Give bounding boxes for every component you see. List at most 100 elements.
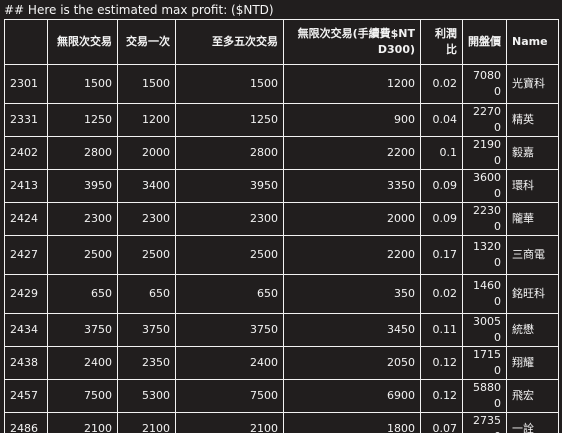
cell-unlimited: 2800 xyxy=(47,136,118,170)
table-row: 2301 1500 1500 1500 1200 0.02 70800 光寶科 xyxy=(4,64,559,104)
cell-code: 2434 xyxy=(4,313,48,347)
cell-code: 2427 xyxy=(4,235,48,275)
cell-code: 2429 xyxy=(4,274,48,314)
table-row: 2427 2500 2500 2500 2200 0.17 13200 三商電 xyxy=(4,235,559,275)
cell-open: 21900 xyxy=(462,136,507,170)
cell-code: 2457 xyxy=(4,379,48,413)
column-header-fee: 無限次交易(手續費$NTD300) xyxy=(283,19,421,65)
table-header-row: 無限次交易 交易一次 至多五次交易 無限次交易(手續費$NTD300) 利潤比 … xyxy=(4,19,559,65)
cell-name: 一詮 xyxy=(506,412,559,433)
cell-open: 27350 xyxy=(462,412,507,433)
table-row: 2438 2400 2350 2400 2050 0.12 17150 翔耀 xyxy=(4,346,559,380)
cell-name: 翔耀 xyxy=(506,346,559,380)
cell-five: 2100 xyxy=(175,412,284,433)
cell-open: 22700 xyxy=(462,103,507,137)
cell-ratio: 0.02 xyxy=(420,274,463,314)
cell-name: 精英 xyxy=(506,103,559,137)
cell-once: 3750 xyxy=(117,313,176,347)
cell-name: 環科 xyxy=(506,169,559,203)
cell-name: 銘旺科 xyxy=(506,274,559,314)
cell-ratio: 0.07 xyxy=(420,412,463,433)
cell-once: 2000 xyxy=(117,136,176,170)
cell-once: 2350 xyxy=(117,346,176,380)
cell-code: 2331 xyxy=(4,103,48,137)
cell-open: 14600 xyxy=(462,274,507,314)
cell-unlimited: 2300 xyxy=(47,202,118,236)
cell-open: 22300 xyxy=(462,202,507,236)
column-header-name: Name xyxy=(506,19,559,65)
cell-name: 統懋 xyxy=(506,313,559,347)
cell-ratio: 0.11 xyxy=(420,313,463,347)
column-header-ratio: 利潤比 xyxy=(420,19,463,65)
cell-once: 1200 xyxy=(117,103,176,137)
cell-unlimited: 2400 xyxy=(47,346,118,380)
table-row: 2486 2100 2100 2100 1800 0.07 27350 一詮 xyxy=(4,412,559,433)
cell-open: 36000 xyxy=(462,169,507,203)
cell-code: 2402 xyxy=(4,136,48,170)
page-heading: ## Here is the estimated max profit: ($N… xyxy=(4,3,274,17)
cell-ratio: 0.17 xyxy=(420,235,463,275)
table-row: 2429 650 650 650 350 0.02 14600 銘旺科 xyxy=(4,274,559,314)
cell-unlimited: 3750 xyxy=(47,313,118,347)
cell-unlimited: 1500 xyxy=(47,64,118,104)
cell-five: 2500 xyxy=(175,235,284,275)
cell-ratio: 0.09 xyxy=(420,202,463,236)
cell-code: 2438 xyxy=(4,346,48,380)
cell-code: 2424 xyxy=(4,202,48,236)
table-row: 2402 2800 2000 2800 2200 0.1 21900 毅嘉 xyxy=(4,136,559,170)
cell-name: 毅嘉 xyxy=(506,136,559,170)
table-row: 2457 7500 5300 7500 6900 0.12 58800 飛宏 xyxy=(4,379,559,413)
column-header-open: 開盤價 xyxy=(462,19,507,65)
cell-code: 2301 xyxy=(4,64,48,104)
cell-five: 3950 xyxy=(175,169,284,203)
cell-unlimited: 3950 xyxy=(47,169,118,203)
cell-fee: 6900 xyxy=(283,379,421,413)
cell-five: 3750 xyxy=(175,313,284,347)
cell-fee: 2200 xyxy=(283,235,421,275)
cell-unlimited: 7500 xyxy=(47,379,118,413)
cell-open: 13200 xyxy=(462,235,507,275)
cell-once: 1500 xyxy=(117,64,176,104)
profit-table: 無限次交易 交易一次 至多五次交易 無限次交易(手續費$NTD300) 利潤比 … xyxy=(4,19,559,433)
cell-name: 飛宏 xyxy=(506,379,559,413)
cell-code: 2413 xyxy=(4,169,48,203)
cell-five: 2400 xyxy=(175,346,284,380)
column-header-unlimited: 無限次交易 xyxy=(47,19,118,65)
cell-open: 30050 xyxy=(462,313,507,347)
cell-five: 650 xyxy=(175,274,284,314)
table-row: 2331 1250 1200 1250 900 0.04 22700 精英 xyxy=(4,103,559,137)
cell-unlimited: 2100 xyxy=(47,412,118,433)
cell-fee: 2050 xyxy=(283,346,421,380)
column-header-code xyxy=(4,19,48,65)
cell-ratio: 0.12 xyxy=(420,346,463,380)
cell-ratio: 0.12 xyxy=(420,379,463,413)
cell-name: 光寶科 xyxy=(506,64,559,104)
cell-fee: 3350 xyxy=(283,169,421,203)
cell-five: 1250 xyxy=(175,103,284,137)
table-row: 2424 2300 2300 2300 2000 0.09 22300 隴華 xyxy=(4,202,559,236)
cell-fee: 2200 xyxy=(283,136,421,170)
cell-five: 1500 xyxy=(175,64,284,104)
cell-once: 650 xyxy=(117,274,176,314)
cell-open: 70800 xyxy=(462,64,507,104)
cell-ratio: 0.09 xyxy=(420,169,463,203)
cell-name: 三商電 xyxy=(506,235,559,275)
table-row: 2413 3950 3400 3950 3350 0.09 36000 環科 xyxy=(4,169,559,203)
cell-once: 2500 xyxy=(117,235,176,275)
cell-fee: 2000 xyxy=(283,202,421,236)
cell-five: 2300 xyxy=(175,202,284,236)
cell-ratio: 0.04 xyxy=(420,103,463,137)
cell-ratio: 0.02 xyxy=(420,64,463,104)
cell-unlimited: 2500 xyxy=(47,235,118,275)
table-row: 2434 3750 3750 3750 3450 0.11 30050 統懋 xyxy=(4,313,559,347)
cell-fee: 350 xyxy=(283,274,421,314)
cell-five: 2800 xyxy=(175,136,284,170)
cell-five: 7500 xyxy=(175,379,284,413)
cell-ratio: 0.1 xyxy=(420,136,463,170)
cell-once: 2100 xyxy=(117,412,176,433)
cell-name: 隴華 xyxy=(506,202,559,236)
cell-once: 3400 xyxy=(117,169,176,203)
cell-fee: 1200 xyxy=(283,64,421,104)
cell-open: 17150 xyxy=(462,346,507,380)
cell-fee: 900 xyxy=(283,103,421,137)
